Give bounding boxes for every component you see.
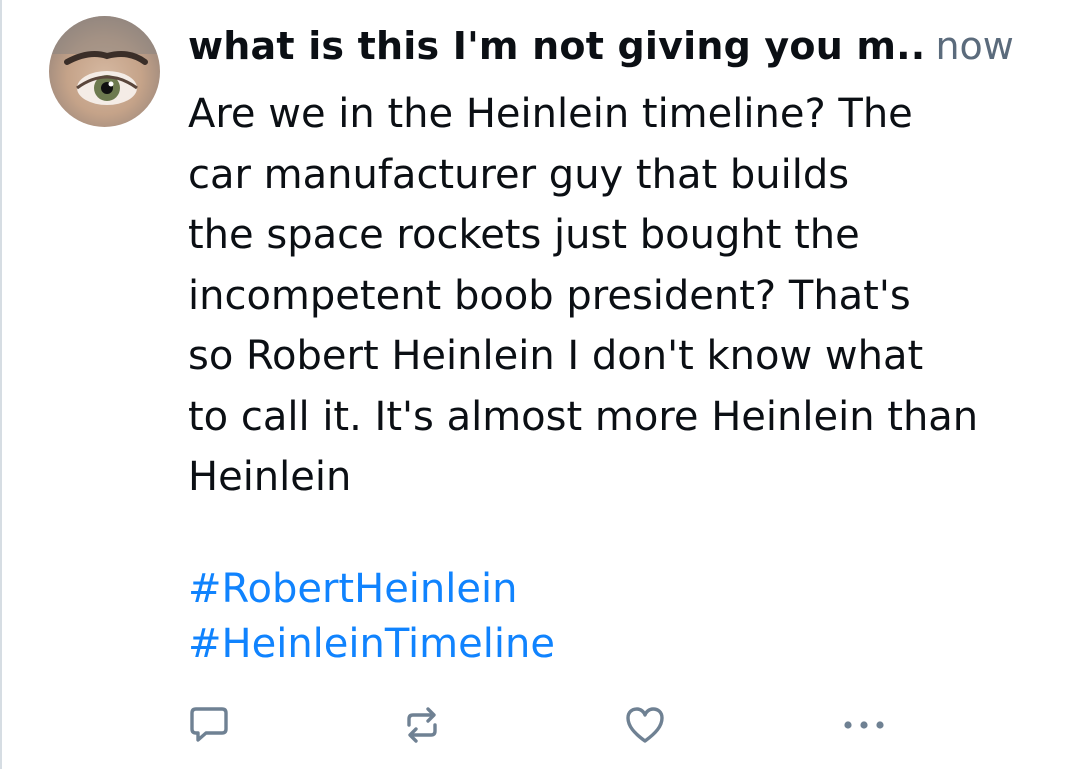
avatar[interactable] <box>49 16 160 127</box>
more-options-button[interactable] <box>839 700 889 750</box>
post-text: Are we in the Heinlein timeline? The car… <box>188 91 979 500</box>
hashtag-link[interactable]: #HeinleinTimeline <box>188 617 555 672</box>
like-button[interactable] <box>620 700 670 750</box>
speech-bubble-icon <box>188 705 230 745</box>
post-header: what is this I'm not giving you m.. now <box>188 20 1014 72</box>
heart-icon <box>624 705 666 745</box>
ellipsis-icon <box>842 719 886 731</box>
repost-button[interactable] <box>397 700 447 750</box>
repost-arrows-icon <box>402 705 442 745</box>
post-card: what is this I'm not giving you m.. now A… <box>0 0 1080 769</box>
hashtag-list: #RobertHeinlein #HeinleinTimeline <box>188 562 555 672</box>
author-name[interactable]: what is this I'm not giving you m.. <box>188 24 925 68</box>
reply-button[interactable] <box>184 700 234 750</box>
post-time: now <box>935 24 1014 68</box>
post-actions <box>182 700 902 750</box>
hashtag-link[interactable]: #RobertHeinlein <box>188 562 555 617</box>
